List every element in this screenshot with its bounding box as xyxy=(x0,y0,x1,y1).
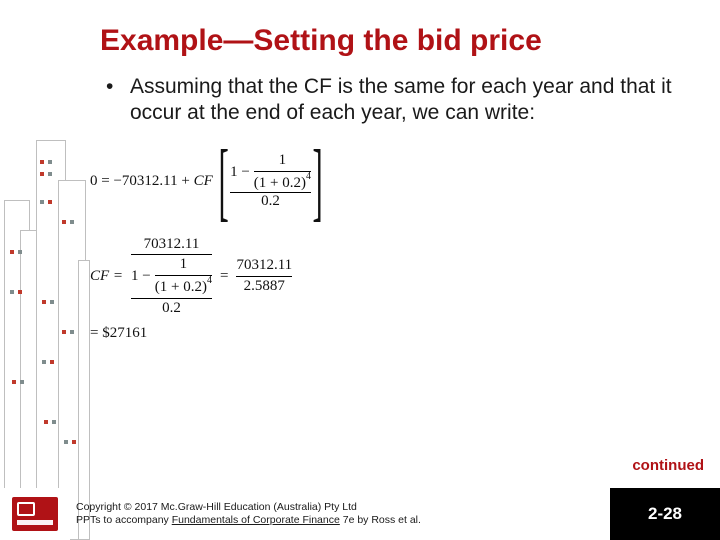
copyright-block: Copyright © 2017 Mc.Graw-Hill Education … xyxy=(70,488,610,540)
rate-base: (1 + 0.2) xyxy=(254,175,306,191)
continued-label: continued xyxy=(632,457,704,474)
denom-one-minus: 1 − xyxy=(131,269,151,285)
npv-prefix: 0 = −70312.11 + xyxy=(90,173,194,189)
cf-frac-num: 70312.11 xyxy=(144,237,200,253)
book-icon xyxy=(12,497,58,531)
rate-exp: 4 xyxy=(306,171,311,182)
equation-result: = $27161 xyxy=(90,325,692,342)
attr-suffix: 7e by Ross et al. xyxy=(340,514,421,526)
slide-title: Example—Setting the bid price xyxy=(100,24,692,58)
rhs-den: 2.5887 xyxy=(244,279,285,295)
left-bracket-icon: [ xyxy=(218,145,228,219)
attr-title: Fundamentals of Corporate Finance xyxy=(172,514,340,526)
cf-outer-denom: 0.2 xyxy=(162,301,181,317)
denom-rate-base: (1 + 0.2) xyxy=(155,279,207,295)
cf-equals: CF = xyxy=(90,268,123,285)
footer: Copyright © 2017 Mc.Graw-Hill Education … xyxy=(0,488,720,540)
attribution-line: PPTs to accompany Fundamentals of Corpor… xyxy=(76,514,610,527)
bullet-text: Assuming that the CF is the same for eac… xyxy=(130,74,692,127)
equation-block: 0 = −70312.11 + CF [ 1 − 1 (1 + 0.2)4 0.… xyxy=(90,145,692,342)
publisher-logo xyxy=(0,488,70,540)
inner-denom: 0.2 xyxy=(261,193,280,210)
inner-frac-top: 1 xyxy=(279,153,287,169)
copyright-line: Copyright © 2017 Mc.Graw-Hill Education … xyxy=(76,501,610,514)
bullet-marker: • xyxy=(106,74,120,127)
equation-cf-solve: CF = 70312.11 1 − 1 (1 + 0.2)4 0.2 xyxy=(90,237,692,317)
equation-npv: 0 = −70312.11 + CF [ 1 − 1 (1 + 0.2)4 0.… xyxy=(90,145,692,219)
rhs-num: 70312.11 xyxy=(236,258,292,274)
bullet-item: • Assuming that the CF is the same for e… xyxy=(106,74,692,127)
denom-rate-exp: 4 xyxy=(207,275,212,286)
cf-symbol: CF xyxy=(194,173,213,189)
equals-sign: = xyxy=(220,268,228,285)
page-number: 2-28 xyxy=(610,488,720,540)
right-bracket-icon: ] xyxy=(313,145,323,219)
attr-prefix: PPTs to accompany xyxy=(76,514,172,526)
one-minus: 1 − xyxy=(230,164,250,181)
denom-inner-one: 1 xyxy=(180,257,188,273)
